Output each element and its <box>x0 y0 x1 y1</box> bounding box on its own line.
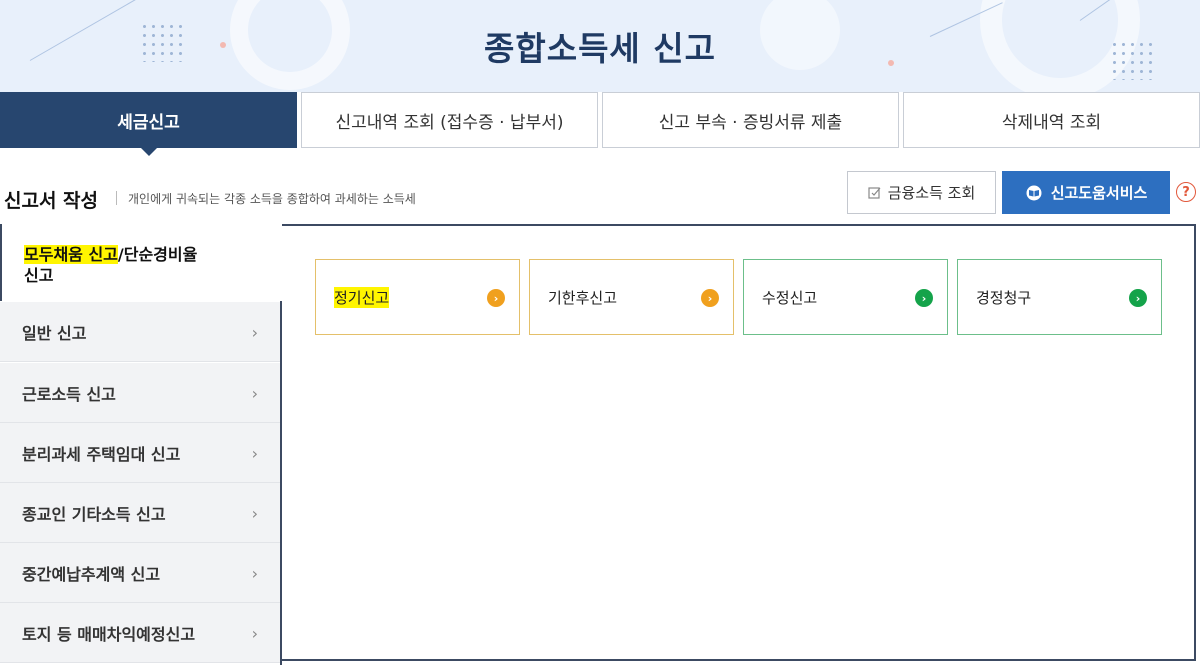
card-regular-filing[interactable]: 정기신고 › <box>315 259 520 335</box>
chevron-right-icon: › <box>251 504 258 523</box>
sidebar-item-general[interactable]: 일반 신고 › <box>0 302 280 362</box>
tab-deleted-history[interactable]: 삭제내역 조회 <box>903 92 1200 148</box>
chevron-right-icon: › <box>251 624 258 643</box>
sidebar-item-label: 모두채움 신고/단순경비율신고 <box>24 244 274 286</box>
card-correction-claim[interactable]: 경정청구 › <box>957 259 1162 335</box>
help-service-button[interactable]: 신고도움서비스 <box>1002 171 1170 214</box>
tab-label: 삭제내역 조회 <box>1001 112 1102 133</box>
card-label: 경정청구 <box>976 288 1032 307</box>
section-title: 신고서 작성 <box>4 190 99 212</box>
financial-income-label: 금융소득 조회 <box>887 184 976 202</box>
chevron-right-icon: › <box>251 564 258 583</box>
card-late-filing[interactable]: 기한후신고 › <box>529 259 734 335</box>
card-label: 정기신고 <box>334 286 390 308</box>
text: 신고 <box>24 266 54 285</box>
active-tab-indicator <box>139 147 158 156</box>
sidebar-item-land-sale[interactable]: 토지 등 매매차익예정신고 › <box>0 603 280 663</box>
card-label: 수정신고 <box>762 288 818 307</box>
chevron-right-icon: › <box>251 444 258 463</box>
main-tabs: 세금신고 신고내역 조회 (접수증 · 납부서) 신고 부속 · 증빙서류 제출… <box>0 92 1200 156</box>
edit-check-icon <box>868 186 881 199</box>
sidebar-item-label: 근로소득 신고 <box>22 384 116 404</box>
sidebar-item-label: 분리과세 주택임대 신고 <box>22 444 181 464</box>
chevron-right-icon: › <box>251 384 258 403</box>
arrow-circle-icon: › <box>915 289 933 307</box>
sidebar-item-prefilled-filing[interactable]: 모두채움 신고/단순경비율신고 <box>0 224 282 301</box>
tab-label: 신고 부속 · 증빙서류 제출 <box>658 112 843 133</box>
sidebar-item-label: 일반 신고 <box>22 323 87 343</box>
sidebar-item-interim-prepayment[interactable]: 중간예납추계액 신고 › <box>0 543 280 603</box>
sidebar-item-earned-income[interactable]: 근로소득 신고 › <box>0 363 280 423</box>
arrow-circle-icon: › <box>701 289 719 307</box>
divider <box>116 191 117 205</box>
highlighted-text: 모두채움 신고 <box>24 245 118 264</box>
text: /단순경비율 <box>117 245 198 264</box>
book-icon <box>1026 185 1042 200</box>
panel-border <box>280 301 282 665</box>
help-service-label: 신고도움서비스 <box>1050 184 1148 202</box>
section-description: 개인에게 귀속되는 각종 소득을 종합하여 과세하는 소득세 <box>128 192 416 206</box>
arrow-circle-icon: › <box>1129 289 1147 307</box>
card-label: 기한후신고 <box>548 288 618 307</box>
sidebar-item-label: 종교인 기타소득 신고 <box>22 504 166 524</box>
hero-banner: 종합소득세 신고 <box>0 0 1200 92</box>
sidebar: 모두채움 신고/단순경비율신고 일반 신고 › 근로소득 신고 › 분리과세 주… <box>0 224 282 665</box>
sidebar-item-religious[interactable]: 종교인 기타소득 신고 › <box>0 483 280 543</box>
financial-income-button[interactable]: 금융소득 조회 <box>847 171 996 214</box>
tab-document-submission[interactable]: 신고 부속 · 증빙서류 제출 <box>602 92 899 148</box>
arrow-circle-icon: › <box>487 289 505 307</box>
chevron-right-icon: › <box>251 323 258 342</box>
tab-label: 신고내역 조회 (접수증 · 납부서) <box>335 112 564 133</box>
question-circle-icon[interactable]: ? <box>1176 182 1196 202</box>
page-title: 종합소득세 신고 <box>483 29 716 68</box>
sidebar-item-housing-rental[interactable]: 분리과세 주택임대 신고 › <box>0 423 280 483</box>
tab-tax-filing[interactable]: 세금신고 <box>0 92 297 156</box>
tab-filing-history[interactable]: 신고내역 조회 (접수증 · 납부서) <box>301 92 598 148</box>
tab-label: 세금신고 <box>117 112 180 133</box>
sidebar-item-label: 중간예납추계액 신고 <box>22 564 161 584</box>
card-amended-filing[interactable]: 수정신고 › <box>743 259 948 335</box>
sidebar-item-label: 토지 등 매매차익예정신고 <box>22 624 196 644</box>
